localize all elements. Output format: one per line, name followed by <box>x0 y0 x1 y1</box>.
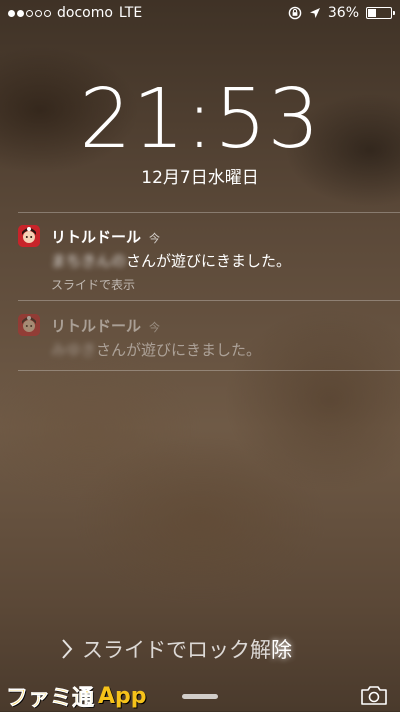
little-doll-app-icon <box>18 314 40 336</box>
notification-app-name: リトルドール <box>51 228 142 246</box>
blurred-sender-name: みゆき <box>51 341 97 359</box>
watermark-app-text: App <box>98 683 147 709</box>
notification-message: みゆきさんが遊びにきました。 <box>51 339 261 360</box>
battery-fill <box>368 9 376 17</box>
status-bar: docomo LTE 36% <box>0 0 400 26</box>
battery-percent: 36% <box>327 5 359 21</box>
orientation-lock-icon <box>288 6 302 20</box>
lock-screen-time: 21:53 <box>79 72 321 167</box>
notification-message: まちきんのさんが遊びにきました。 <box>51 250 291 271</box>
chevron-right-icon <box>62 639 73 659</box>
notification-message-text: さんが遊びにきました。 <box>126 252 292 270</box>
signal-dot <box>44 9 51 17</box>
notification-time: 今 <box>149 321 161 334</box>
notification-item[interactable]: リトルドール 今 まちきんのさんが遊びにきました。 スライドで表示 <box>18 225 388 292</box>
watermark-jp-text: ファミ通 <box>6 686 95 712</box>
slide-to-unlock-text: スライドでロック解 <box>82 638 271 662</box>
signal-dot <box>8 9 15 17</box>
status-left: docomo LTE <box>8 5 142 21</box>
notification-time: 今 <box>149 232 161 245</box>
lock-screen-date: 12月7日水曜日 <box>141 168 259 188</box>
network-type: LTE <box>118 5 143 21</box>
control-center-grabber[interactable] <box>182 694 218 699</box>
notification-app-name: リトルドール <box>51 317 142 335</box>
signal-strength-icon <box>8 9 51 17</box>
notification-header: リトルドール 今 <box>51 315 160 336</box>
notification-divider <box>18 212 400 213</box>
status-right: 36% <box>288 5 395 21</box>
blurred-sender-name: まちきんの <box>51 252 127 270</box>
carrier-name: docomo <box>57 5 113 21</box>
little-doll-app-icon <box>18 225 40 247</box>
notification-action-hint: スライドで表示 <box>51 278 136 292</box>
slide-to-unlock-glow-text: 除 <box>271 638 292 662</box>
camera-icon[interactable] <box>360 684 388 706</box>
famitsu-app-watermark: ファミ通 App <box>6 680 147 712</box>
location-arrow-icon <box>309 8 320 18</box>
notification-divider <box>18 370 400 371</box>
notification-divider <box>18 300 400 301</box>
slide-to-unlock[interactable]: スライドでロック解除 <box>60 634 292 664</box>
notification-item[interactable]: リトルドール 今 みゆきさんが遊びにきました。 <box>18 314 388 359</box>
notification-header: リトルドール 今 <box>51 226 160 247</box>
signal-dot <box>17 9 24 17</box>
signal-dot <box>35 9 42 17</box>
signal-dot <box>26 9 33 17</box>
notification-message-text: さんが遊びにきました。 <box>96 341 262 359</box>
battery-icon <box>366 7 395 19</box>
